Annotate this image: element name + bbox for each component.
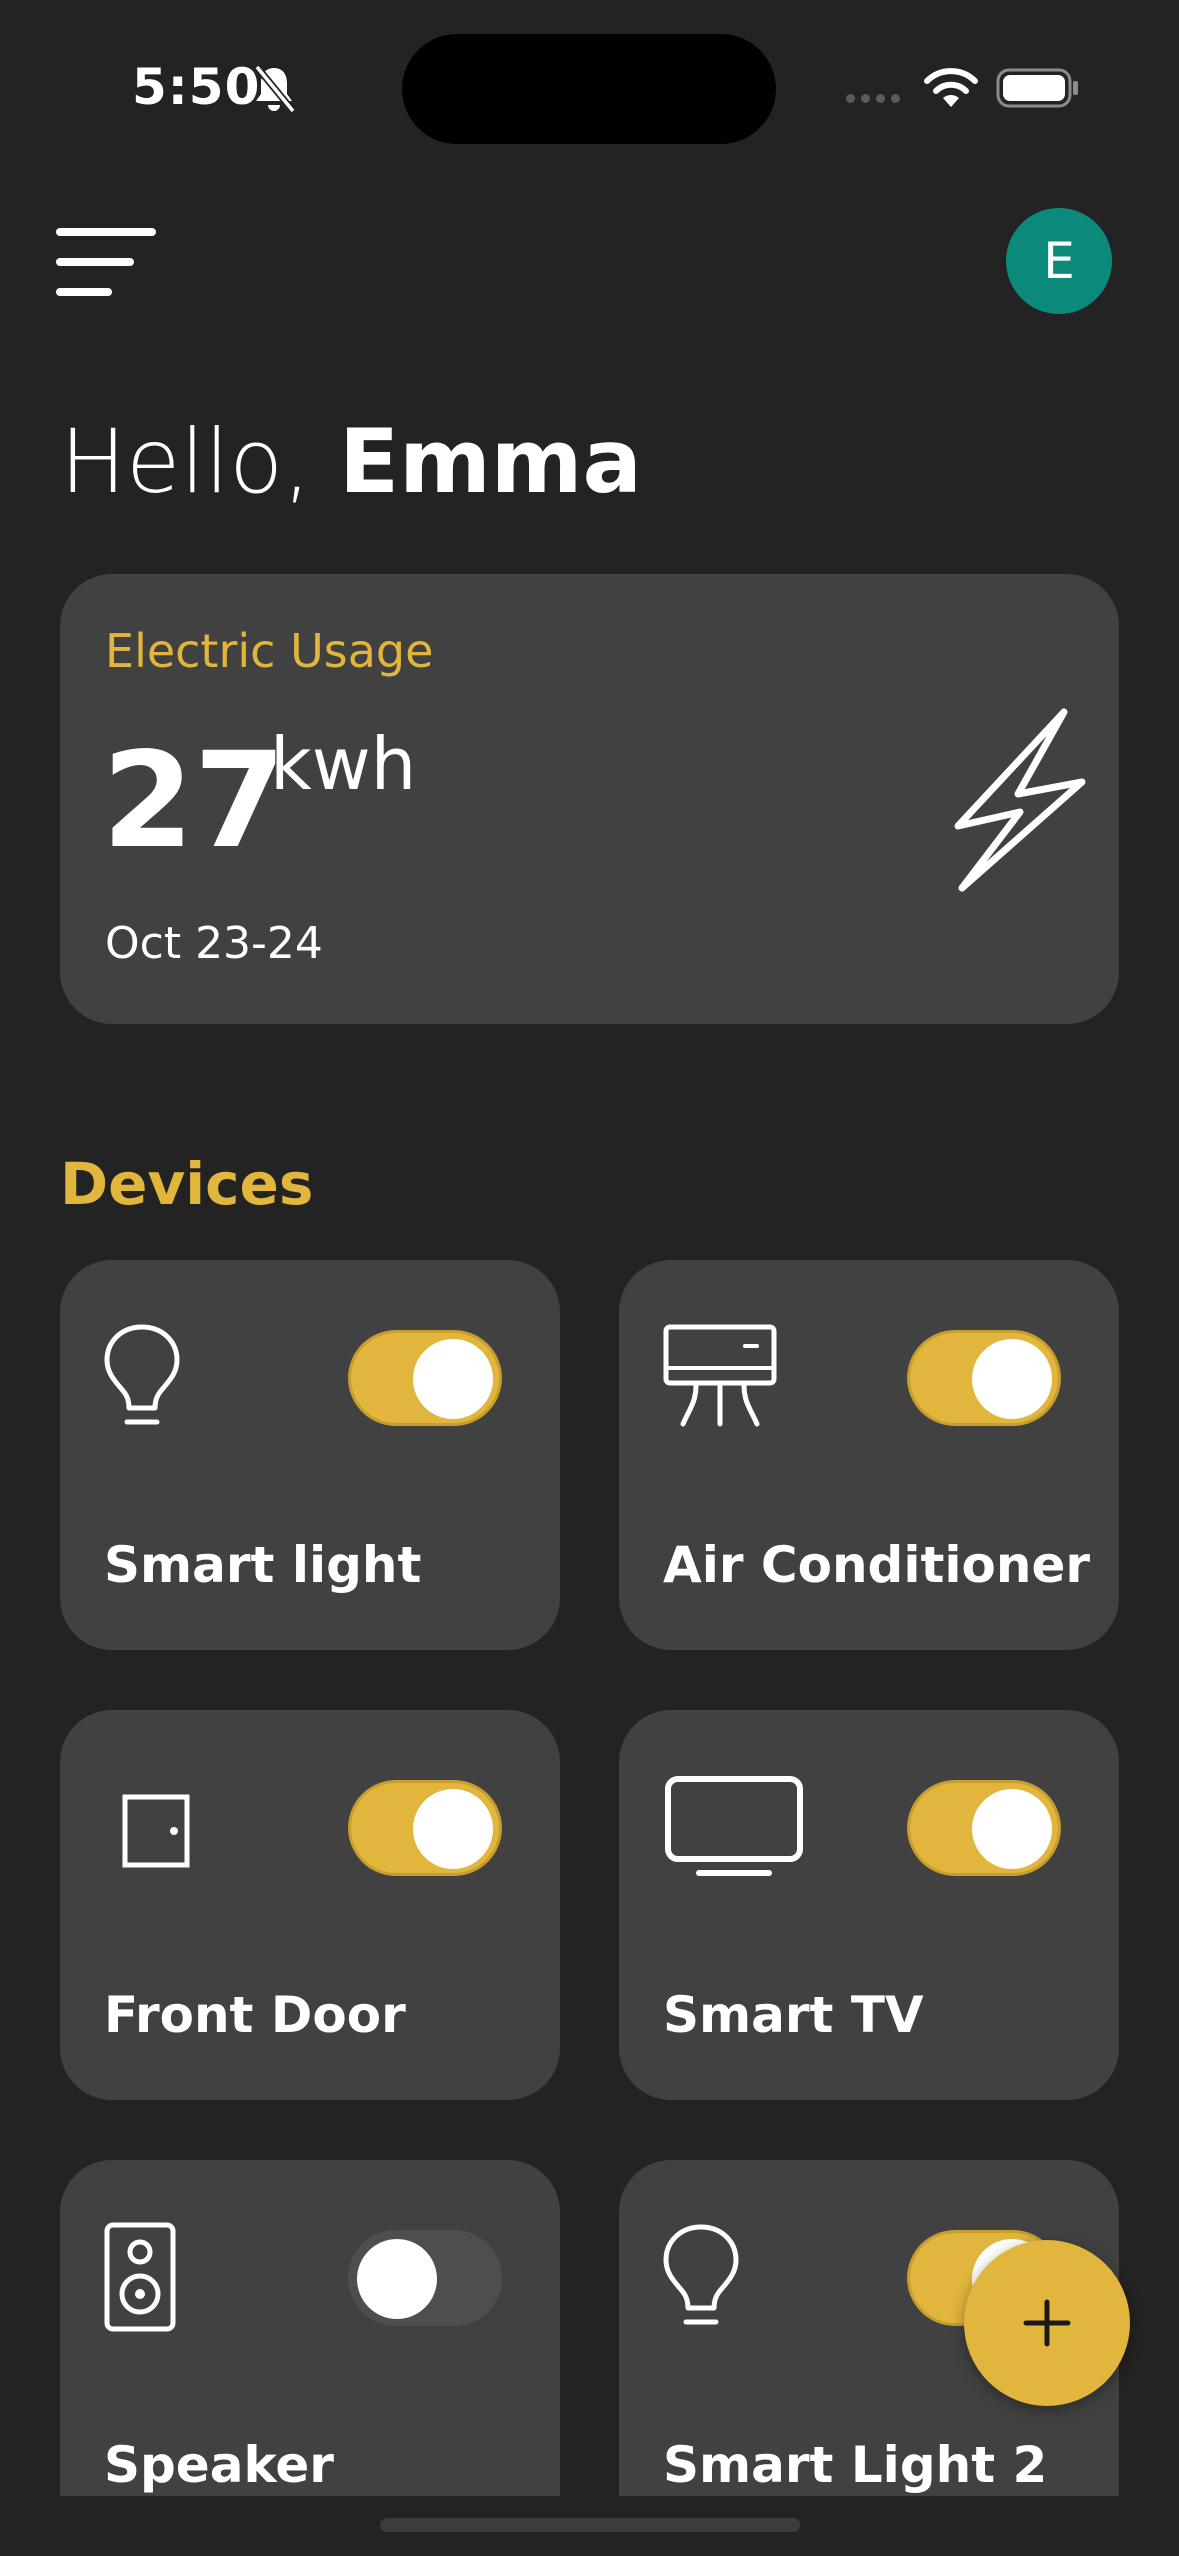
battery-icon xyxy=(996,68,1078,108)
user-name: Emma xyxy=(339,410,642,513)
avatar[interactable]: E xyxy=(1006,208,1112,314)
signal-icon xyxy=(846,94,900,103)
speaker-icon xyxy=(104,2222,176,2332)
menu-icon[interactable] xyxy=(56,228,160,298)
usage-value: 27 xyxy=(102,724,286,878)
wifi-icon xyxy=(924,68,978,107)
device-card-air-conditioner[interactable]: Air Conditioner xyxy=(619,1260,1119,1650)
light-bulb-icon xyxy=(104,1324,180,1425)
toggle-smart-light[interactable] xyxy=(348,1330,502,1426)
device-card-front-door[interactable]: Front Door xyxy=(60,1710,560,2100)
toggle-knob xyxy=(972,1339,1052,1419)
air-conditioner-icon xyxy=(663,1324,777,1427)
lightning-bolt-icon xyxy=(954,708,1086,892)
toggle-speaker[interactable] xyxy=(348,2230,502,2326)
device-label: Smart TV xyxy=(663,1986,924,2044)
toggle-knob xyxy=(413,1339,493,1419)
usage-date-range: Oct 23-24 xyxy=(105,918,323,969)
device-card-speaker[interactable]: Speaker xyxy=(60,2160,560,2550)
toggle-front-door[interactable] xyxy=(348,1780,502,1876)
device-label: Air Conditioner xyxy=(663,1536,1091,1594)
light-bulb-icon xyxy=(663,2224,739,2325)
home-indicator xyxy=(380,2518,800,2532)
device-label: Smart Light 2 xyxy=(663,2436,1048,2494)
toggle-knob xyxy=(972,1789,1052,1869)
device-label: Front Door xyxy=(104,1986,406,2044)
device-label: Smart light xyxy=(104,1536,422,1594)
tv-icon xyxy=(665,1776,803,1876)
device-label: Speaker xyxy=(104,2436,334,2494)
devices-section-title: Devices xyxy=(60,1150,314,1218)
electric-usage-card[interactable]: Electric Usage 27 kwh Oct 23-24 xyxy=(60,574,1119,1024)
dynamic-island xyxy=(402,34,776,144)
status-time: 5:50 xyxy=(132,58,261,116)
greeting-prefix: Hello, xyxy=(60,410,339,513)
device-card-smart-tv[interactable]: Smart TV xyxy=(619,1710,1119,2100)
bell-slash-icon xyxy=(254,64,296,114)
door-icon xyxy=(122,1794,190,1868)
toggle-knob xyxy=(357,2239,437,2319)
toggle-knob xyxy=(413,1789,493,1869)
home-screen: 5:50 E Hello, Emma Electric Usage 27 kwh… xyxy=(0,0,1179,2556)
plus-icon xyxy=(1023,2299,1071,2347)
toggle-smart-tv[interactable] xyxy=(907,1780,1061,1876)
usage-title: Electric Usage xyxy=(105,624,434,678)
add-device-button[interactable] xyxy=(964,2240,1130,2406)
usage-unit: kwh xyxy=(270,722,417,806)
toggle-air-conditioner[interactable] xyxy=(907,1330,1061,1426)
device-card-smart-light[interactable]: Smart light xyxy=(60,1260,560,1650)
greeting: Hello, Emma xyxy=(60,410,642,513)
